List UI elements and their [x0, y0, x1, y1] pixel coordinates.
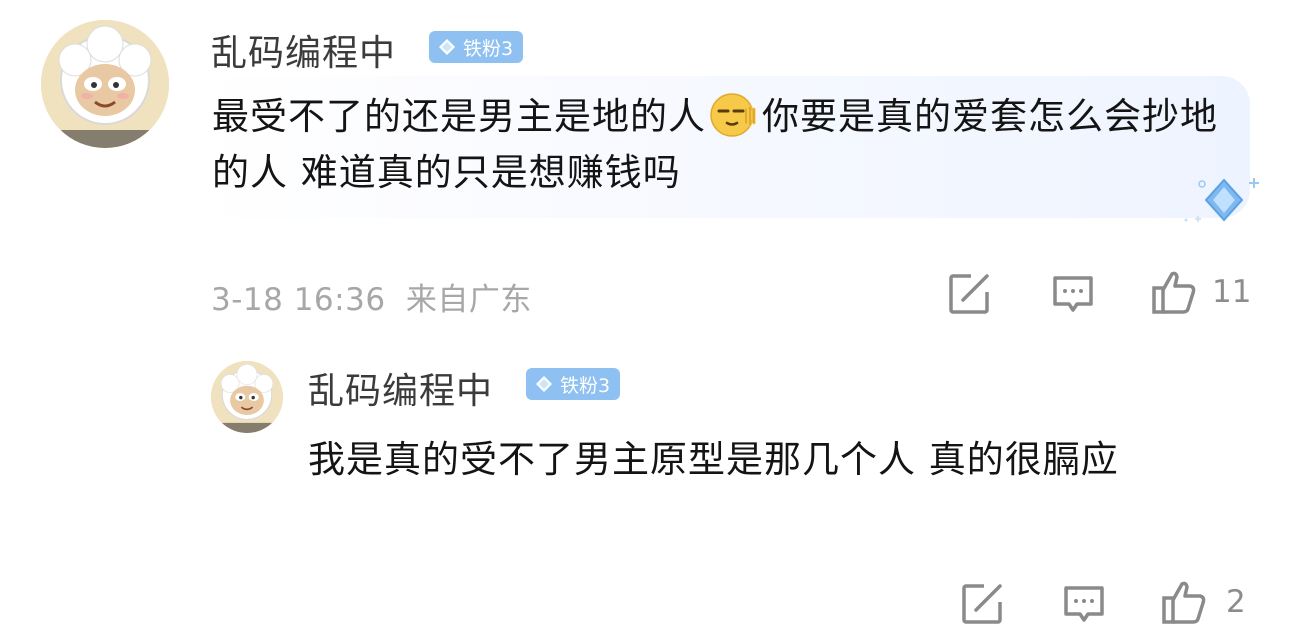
- fan-badge[interactable]: 铁粉3: [429, 31, 524, 63]
- like-count: 11: [1212, 274, 1252, 310]
- share-icon[interactable]: [947, 272, 991, 316]
- share-icon[interactable]: [960, 582, 1004, 626]
- sheep-avatar-image: [211, 361, 283, 433]
- sheep-avatar-image: [41, 20, 169, 148]
- avatar[interactable]: [211, 361, 283, 433]
- diamond-icon: [439, 39, 455, 55]
- thumbs-up-icon[interactable]: [1160, 578, 1208, 626]
- sparkle-diamond-icon: [1184, 178, 1259, 222]
- username[interactable]: 乱码编程中: [308, 362, 493, 414]
- avatar[interactable]: [41, 20, 169, 148]
- thumbs-up-icon[interactable]: [1150, 268, 1198, 316]
- diamond-icon: [536, 376, 552, 392]
- comment-text-part1: 最受不了的还是男主是地的人: [212, 95, 706, 138]
- comment-icon[interactable]: [1051, 272, 1095, 316]
- fan-badge[interactable]: 铁粉3: [526, 368, 621, 400]
- comment-location: 来自广东: [405, 282, 532, 318]
- comment-text: 我是真的受不了男主原型是那几个人 真的很膈应: [308, 438, 1119, 481]
- comment-meta: 3-18 16:36 来自广东: [211, 274, 532, 319]
- username[interactable]: 乱码编程中: [211, 24, 396, 76]
- badge-label: 铁粉3: [463, 37, 514, 60]
- like-count: 2: [1226, 584, 1246, 620]
- comment-text: 最受不了的还是男主是地的人 你要是真的爱套怎么会抄地的人 难道真的只是想赚钱吗: [212, 89, 1222, 201]
- comment-icon[interactable]: [1062, 582, 1106, 626]
- comment-date: 3-18 16:36: [211, 282, 386, 318]
- badge-label: 铁粉3: [560, 374, 611, 397]
- relieved-face-emoji: [708, 91, 760, 139]
